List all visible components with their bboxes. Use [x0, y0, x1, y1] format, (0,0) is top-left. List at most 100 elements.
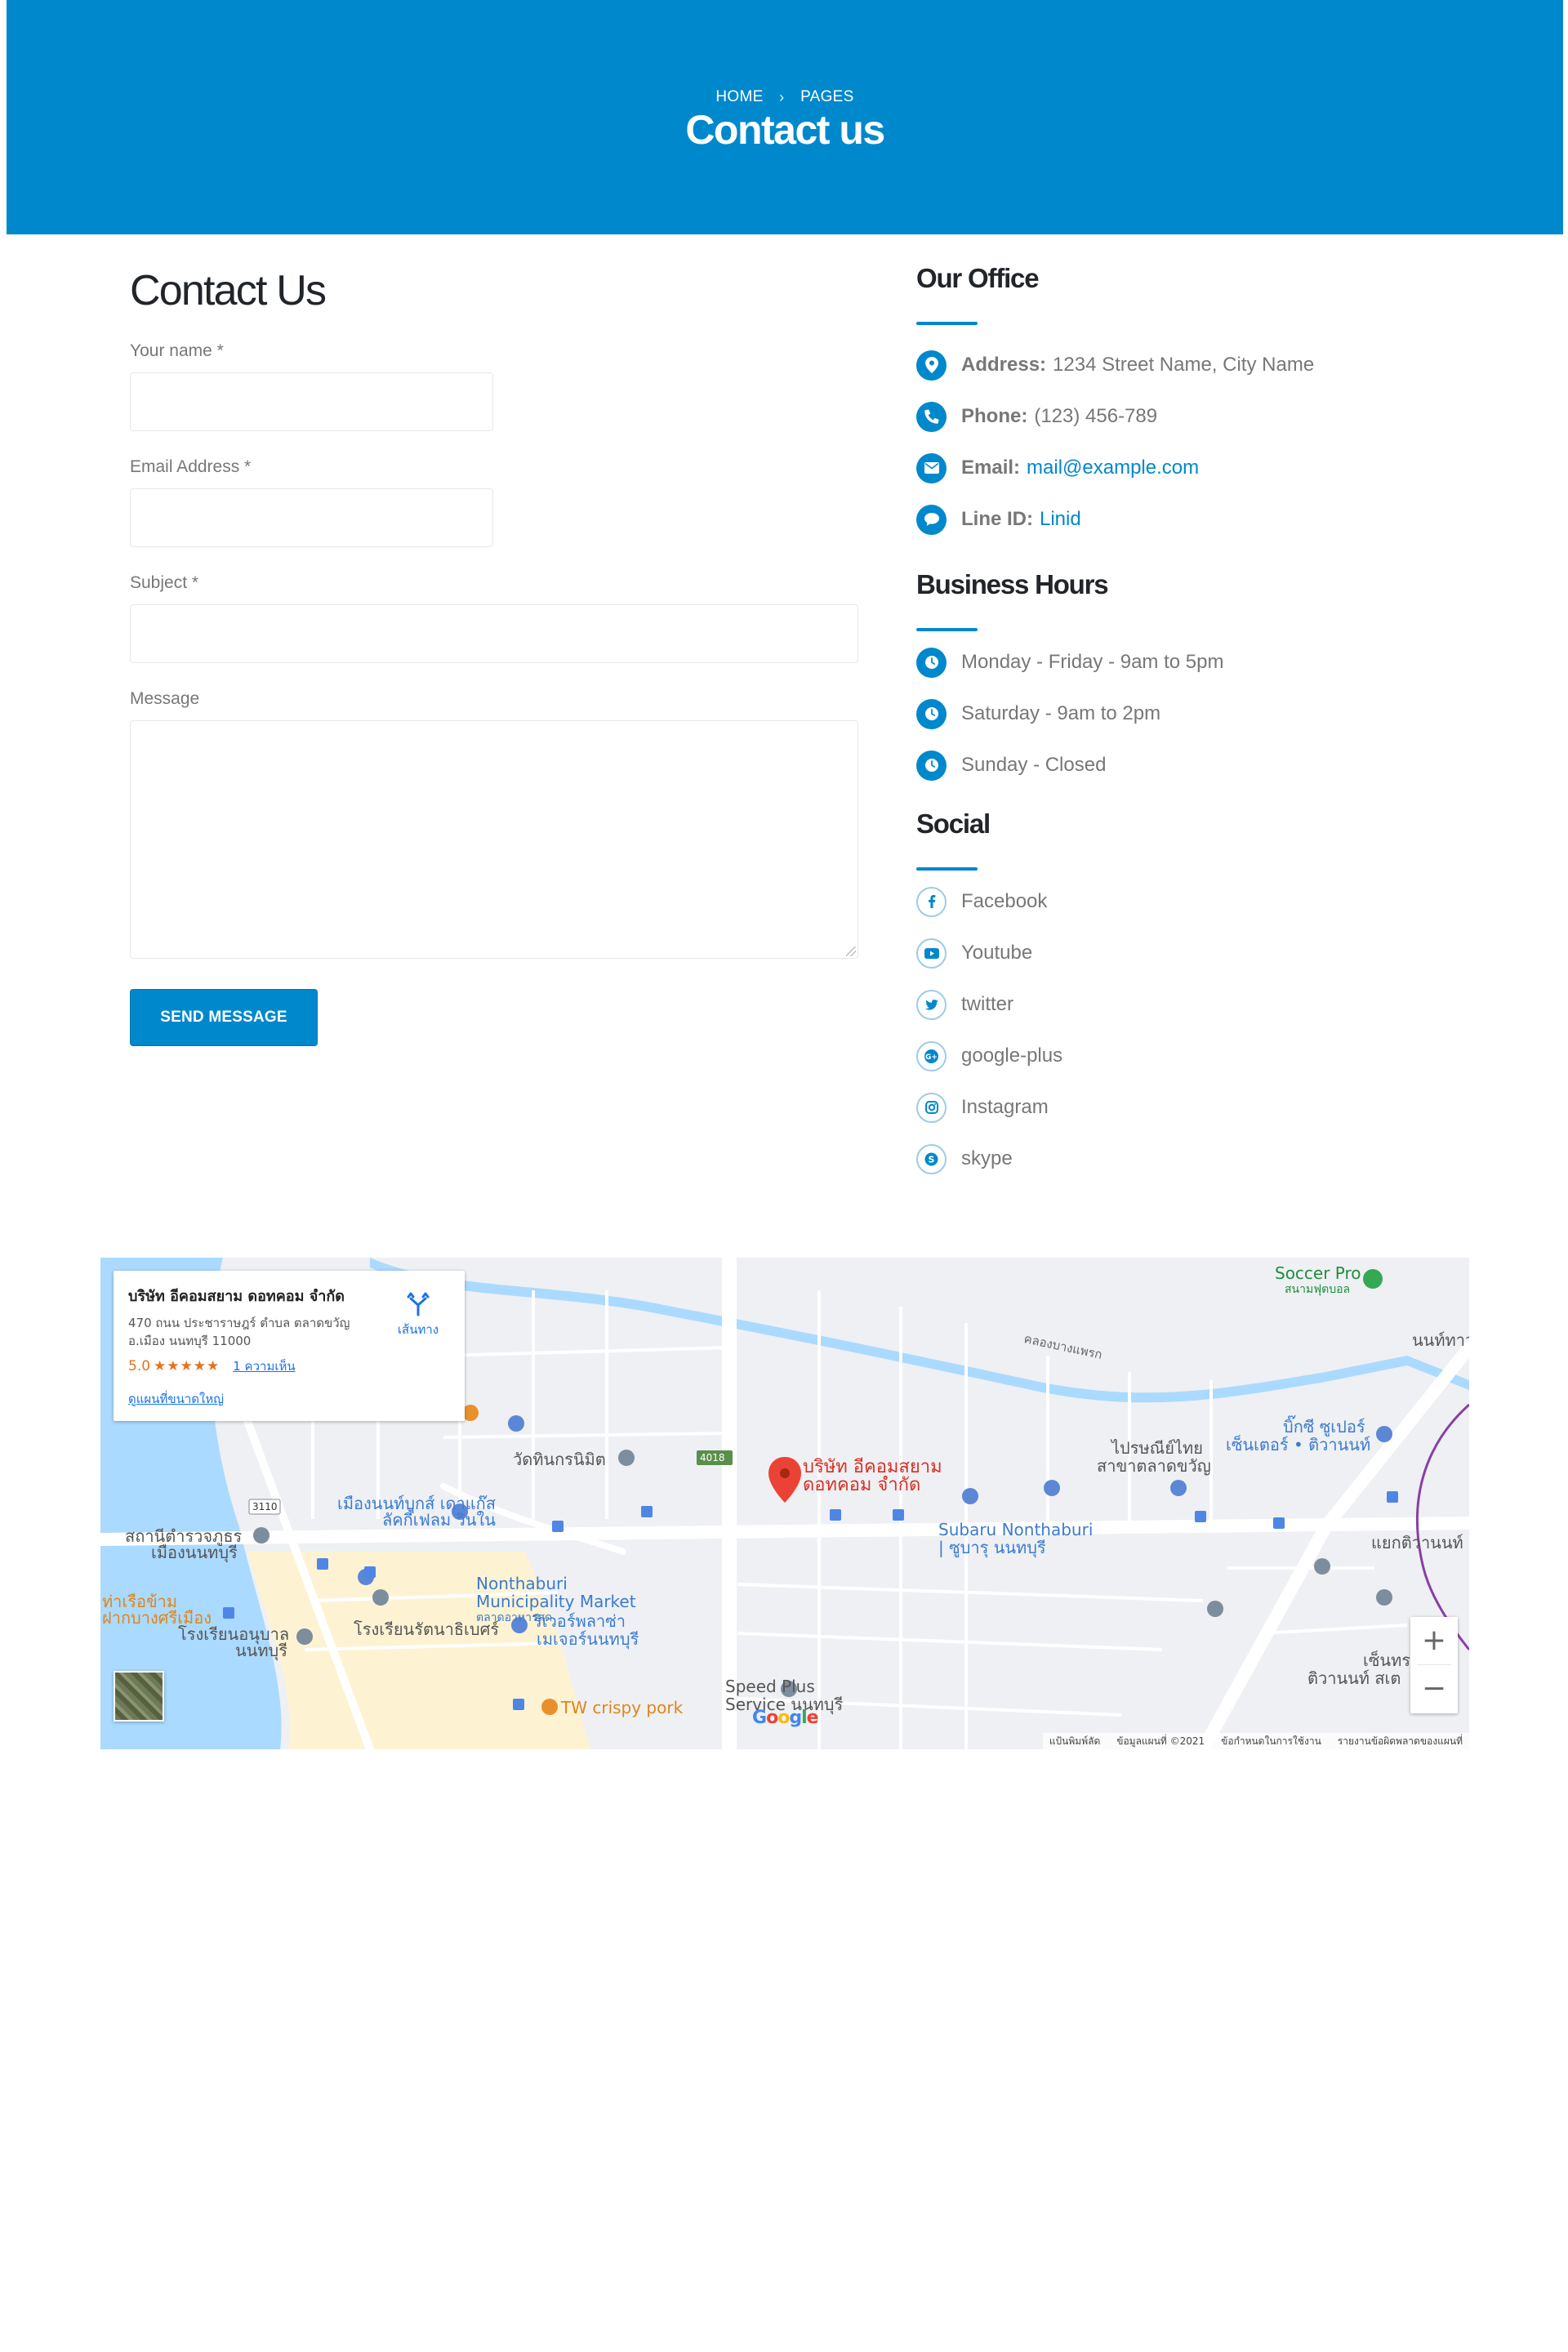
map-label-tiwanon-junction[interactable]: แยกติวานนท์	[1371, 1534, 1463, 1552]
map-label-tw-crispy[interactable]: TW crispy pork	[561, 1699, 683, 1717]
view-larger-map-link[interactable]: ดูแผนที่ขนาดใหญ่	[128, 1389, 450, 1409]
email-link[interactable]: mail@example.com	[1027, 457, 1199, 479]
message-textarea[interactable]	[130, 720, 858, 959]
line-id-link[interactable]: Linid	[1040, 508, 1081, 531]
directions-icon	[407, 1292, 430, 1316]
hours-text: Sunday - Closed	[961, 754, 1107, 776]
google-map[interactable]: Soccer Pro สนามฟุตบอล บริษัท อีคอมสยาม ด…	[100, 1258, 1469, 1749]
social-label: Instagram	[961, 1096, 1049, 1118]
name-label: Your name *	[130, 341, 224, 360]
phone-icon	[916, 401, 947, 432]
map-label-big-c-2: เซ็นเตอร์ • ติวานนท์	[1226, 1435, 1371, 1454]
map-label-soccer[interactable]: Soccer Pro	[1275, 1264, 1361, 1282]
skype-icon: S	[916, 1143, 947, 1174]
breadcrumb-pages: PAGES	[800, 88, 854, 105]
social-label: twitter	[961, 993, 1014, 1015]
map-label-temple[interactable]: วัดทินกรนิมิต	[513, 1450, 606, 1468]
social-link-google-plus[interactable]: G+ google-plus	[916, 1040, 1062, 1072]
map-data-credit: ข้อมูลแผนที่ ©2021	[1116, 1735, 1205, 1747]
social-link-skype[interactable]: S skype	[916, 1143, 1013, 1175]
form-heading: Contact Us	[130, 267, 327, 314]
office-heading: Our Office	[916, 263, 1040, 293]
map-label-subaru[interactable]: Subaru Nonthaburi	[938, 1521, 1093, 1539]
twitter-icon	[916, 989, 947, 1020]
breadcrumb-home[interactable]: HOME	[715, 88, 763, 106]
email-label: Email:	[961, 457, 1021, 479]
name-input[interactable]	[130, 372, 493, 431]
envelope-icon	[916, 452, 947, 483]
satellite-toggle[interactable]	[114, 1671, 164, 1722]
office-line-id: Line ID: Linid	[916, 503, 1081, 536]
map-place-card: บริษัท อีคอมสยาม ดอทคอม จำกัด 470 ถนน ปร…	[114, 1271, 465, 1421]
office-email: Email: mail@example.com	[916, 452, 1199, 484]
directions-button[interactable]: เส้นทาง	[390, 1292, 447, 1339]
subject-input[interactable]	[130, 604, 858, 663]
map-label-tiwanon: นนท์ทาว	[1412, 1330, 1469, 1350]
map-label-big-c[interactable]: บิ๊กซี ซูเปอร์	[1283, 1418, 1365, 1436]
hours-item: Monday - Friday - 9am to 5pm	[916, 646, 1223, 679]
google-logo: Google	[752, 1708, 819, 1728]
instagram-icon	[916, 1092, 947, 1123]
social-heading: Social	[916, 808, 991, 839]
hours-heading: Business Hours	[916, 569, 1109, 599]
resize-handle-icon[interactable]	[846, 947, 856, 956]
chat-bubble-icon	[916, 504, 947, 535]
email-input[interactable]	[130, 488, 493, 547]
map-label-river-plaza-2: เมเจอร์นนทบุรี	[537, 1629, 639, 1649]
social-link-youtube[interactable]: Youtube	[916, 937, 1032, 969]
map-label-pier-2: ฝากบางศรีเมือง	[102, 1608, 212, 1628]
star-rating-icon: ★★★★★	[154, 1358, 220, 1374]
zoom-out-button[interactable]: −	[1410, 1665, 1458, 1713]
svg-text:S: S	[929, 1154, 935, 1165]
social-label: skype	[961, 1147, 1013, 1169]
keyboard-shortcuts-link[interactable]: แป้นพิมพ์ลัด	[1049, 1734, 1100, 1749]
youtube-icon	[916, 938, 947, 969]
social-label: google-plus	[961, 1045, 1063, 1067]
map-label-speed-plus[interactable]: Speed Plus	[725, 1677, 815, 1695]
map-label-market-2: Municipality Market	[476, 1592, 636, 1611]
map-label-ratanathibet[interactable]: โรงเรียนรัตนาธิเบศร์	[354, 1620, 499, 1638]
map-label-post-office[interactable]: ไปรษณีย์ไทย	[1111, 1439, 1203, 1457]
message-label: Message	[130, 689, 200, 708]
map-label-river-plaza[interactable]: ริเวอร์พลาซ่า	[533, 1612, 626, 1630]
clock-icon	[916, 698, 947, 729]
rating-value: 5.0	[128, 1358, 151, 1374]
reviews-link[interactable]: 1 ความเห็น	[233, 1359, 295, 1374]
map-label-school-2: นนทบุรี	[235, 1641, 287, 1660]
social-divider	[916, 867, 978, 871]
map-marker-icon	[916, 350, 947, 381]
phone-value: (123) 456-789	[1034, 405, 1158, 427]
place-rating: 5.0 ★★★★★ 1 ความเห็น	[128, 1356, 450, 1376]
clock-icon	[916, 750, 947, 781]
hours-item: Saturday - 9am to 2pm	[916, 697, 1160, 730]
map-label-central[interactable]: เซ็นทร	[1363, 1651, 1410, 1669]
address-value: 1234 Street Name, City Name	[1053, 354, 1315, 376]
office-phone: Phone: (123) 456-789	[916, 400, 1157, 433]
terms-link[interactable]: ข้อกำหนดในการใช้งาน	[1221, 1734, 1321, 1749]
google-plus-icon: G+	[916, 1040, 947, 1071]
send-message-button[interactable]: SEND MESSAGE	[130, 989, 318, 1046]
hours-item: Sunday - Closed	[916, 749, 1106, 782]
chevron-right-icon: ›	[779, 88, 785, 105]
social-label: Facebook	[961, 890, 1048, 912]
subject-label: Subject *	[130, 573, 199, 592]
contact-form: Contact Us Your name * Email Address * S…	[130, 266, 858, 1046]
zoom-in-button[interactable]: +	[1410, 1617, 1458, 1664]
report-error-link[interactable]: รายงานข้อผิดพลาดของแผนที่	[1338, 1734, 1463, 1749]
page-header-banner: HOME › PAGES Contact us	[7, 0, 1563, 234]
directions-label: เส้นทาง	[397, 1322, 439, 1337]
address-label: Address:	[961, 354, 1047, 376]
social-link-twitter[interactable]: twitter	[916, 988, 1013, 1021]
social-link-instagram[interactable]: Instagram	[916, 1091, 1049, 1124]
hours-text: Saturday - 9am to 2pm	[961, 702, 1161, 724]
svg-text:G+: G+	[925, 1054, 938, 1062]
breadcrumb: HOME › PAGES	[7, 88, 1563, 106]
office-address: Address: 1234 Street Name, City Name	[916, 349, 1314, 381]
place-address: 470 ถนน ประชาราษฎร์ ตำบล ตลาดขวัญ อ.เมือ…	[128, 1316, 350, 1348]
social-link-facebook[interactable]: Facebook	[916, 885, 1047, 918]
map-label-police-2: เมืองนนทบุรี	[151, 1543, 238, 1562]
map-label-market[interactable]: Nonthaburi	[476, 1575, 568, 1592]
facebook-icon	[916, 886, 947, 917]
map-marker-label[interactable]: บริษัท อีคอมสยาม	[803, 1459, 942, 1477]
hours-divider	[916, 628, 978, 631]
